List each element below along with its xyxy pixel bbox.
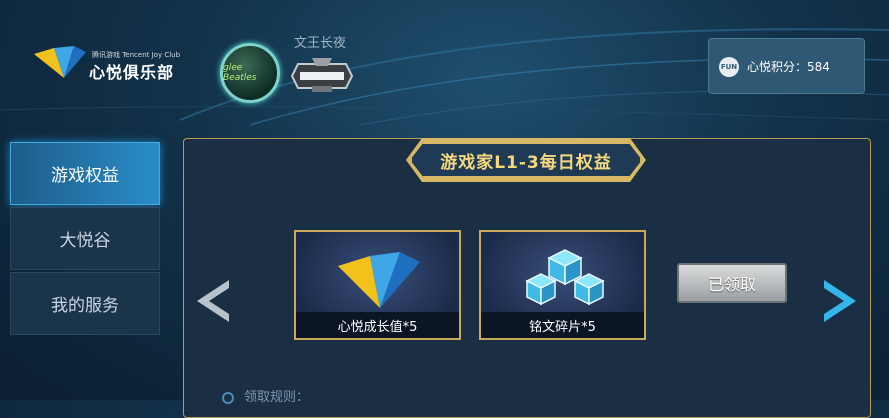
sidebar: 游戏权益 大悦谷 我的服务 — [10, 142, 160, 337]
prev-arrow-icon[interactable] — [193, 276, 233, 326]
ice-cubes-icon — [525, 249, 605, 306]
rules-label: 领取规则： — [244, 390, 310, 405]
sidebar-item-my-services[interactable]: 我的服务 — [10, 272, 160, 335]
vip-logo-icon — [338, 252, 420, 308]
reward-label: 心悦成长值*5 — [296, 312, 459, 338]
avatar-text: glee Beatles — [223, 63, 257, 83]
sidebar-item-label: 大悦谷 — [59, 231, 111, 251]
rules-row: 领取规则： — [222, 386, 309, 405]
reward-card: 心悦成长值*5 — [294, 230, 461, 340]
sidebar-item-game-benefits[interactable]: 游戏权益 — [10, 142, 160, 205]
avatar[interactable]: glee Beatles — [220, 43, 280, 103]
info-icon — [222, 391, 234, 404]
header: 腾讯游戏 Tencent Joy Club 心悦俱乐部 glee Beatles… — [0, 0, 889, 122]
reward-label: 铭文碎片*5 — [481, 312, 644, 338]
next-arrow-icon[interactable] — [820, 276, 860, 326]
panel-title: 游戏家L1-3每日权益 — [410, 142, 642, 178]
sidebar-item-label: 我的服务 — [51, 296, 119, 316]
points-label: 心悦积分：584 — [747, 60, 830, 74]
sidebar-item-dayuegu[interactable]: 大悦谷 — [10, 207, 160, 270]
rank-badge-icon — [290, 58, 354, 92]
logo-title: 心悦俱乐部 — [89, 63, 175, 82]
points-box: FUN 心悦积分：584 — [708, 38, 865, 94]
username: 文王长夜 — [294, 36, 347, 51]
reward-card: 铭文碎片*5 — [479, 230, 646, 340]
claimed-button[interactable]: 已领取 — [677, 263, 787, 303]
sidebar-item-label: 游戏权益 — [51, 166, 119, 186]
fun-coin-icon: FUN — [719, 57, 739, 77]
